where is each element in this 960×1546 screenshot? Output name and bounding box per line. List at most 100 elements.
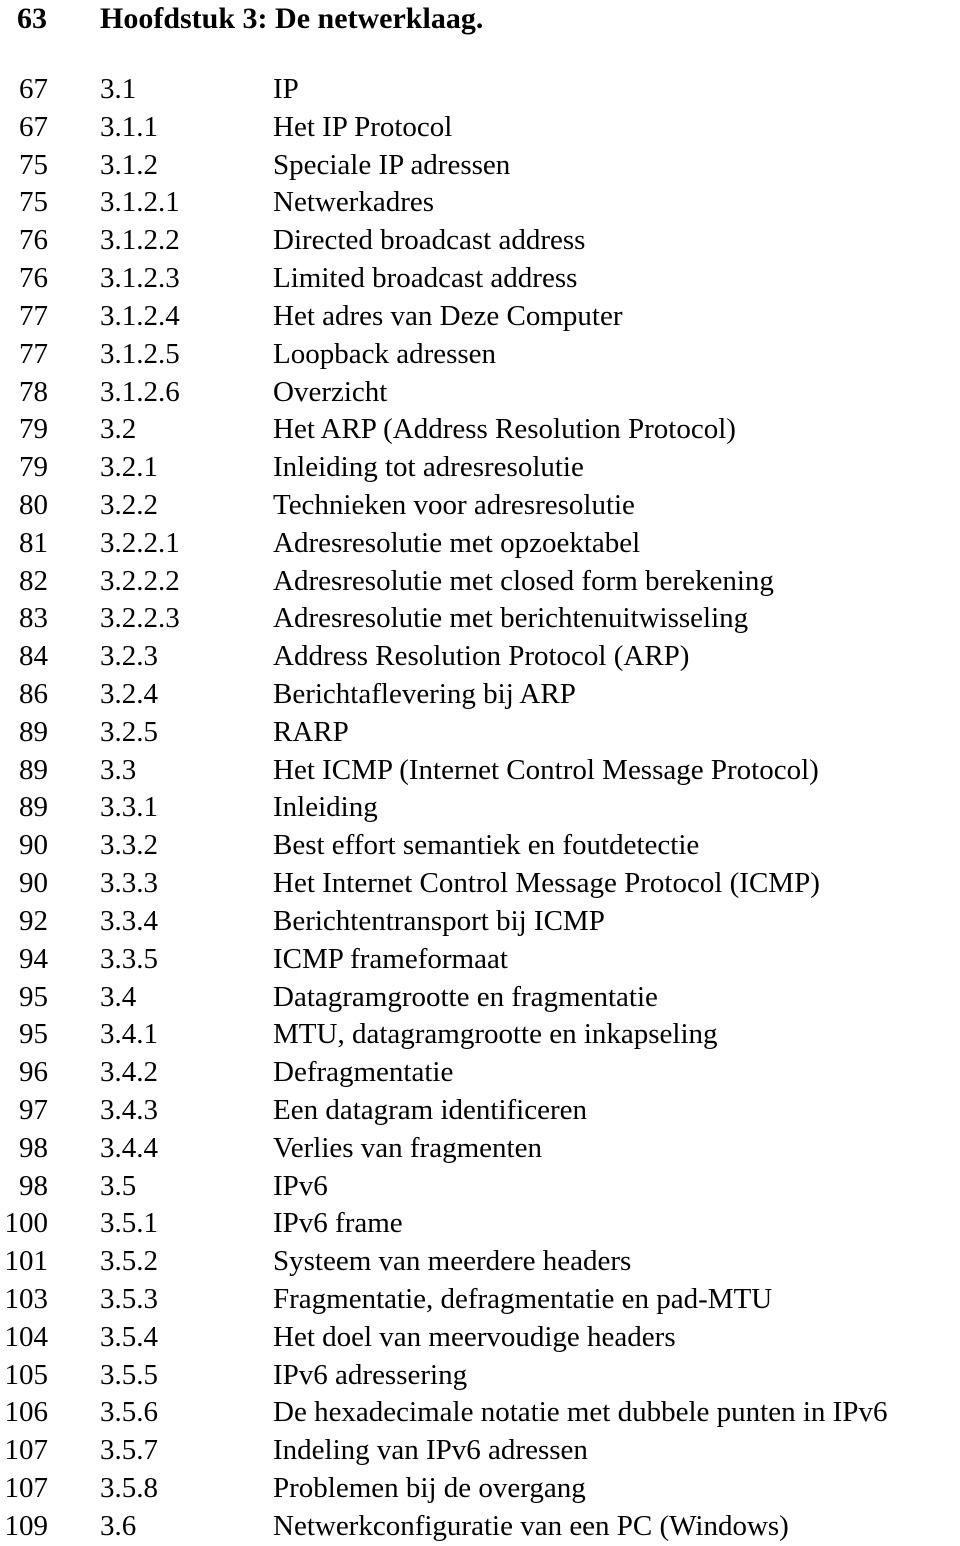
toc-entry: 109 3.6 Netwerkconfiguratie van een PC (Wi… bbox=[0, 1508, 960, 1546]
toc-entry-title: Technieken voor adresresolutie bbox=[273, 488, 635, 521]
toc-entry: 104 3.5.4 Het doel van meervoudige headers bbox=[0, 1319, 960, 1357]
toc-entry: 95 3.4 Datagramgrootte en fragmentatie bbox=[0, 979, 960, 1017]
toc-entry: 107 3.5.7 Indeling van IPv6 adressen bbox=[0, 1432, 960, 1470]
toc-entry-title: Best effort semantiek en foutdetectie bbox=[273, 829, 700, 862]
toc-entry-title: Inleiding bbox=[273, 791, 378, 824]
toc-entry-section-number: 3.5.7 bbox=[100, 1434, 158, 1467]
toc-entry: 96 3.4.2 Defragmentatie bbox=[0, 1054, 960, 1092]
toc-entry: 98 3.4.4 Verlies van fragmenten bbox=[0, 1130, 960, 1168]
chapter-page-number: 63 bbox=[17, 2, 47, 35]
chapter-heading: 63 Hoofdstuk 3: De netwerklaag. bbox=[0, 0, 960, 40]
toc-entry-section-number: 3.5.4 bbox=[100, 1320, 158, 1353]
toc-entry-page-number: 90 bbox=[19, 829, 48, 862]
toc-entry-page-number: 98 bbox=[19, 1169, 48, 1202]
toc-entry-section-number: 3.3.4 bbox=[100, 904, 158, 937]
toc-entry: 86 3.2.4 Berichtaflevering bij ARP bbox=[0, 676, 960, 714]
toc-entry-title: Adresresolutie met closed form berekenin… bbox=[273, 564, 774, 597]
toc-entry: 82 3.2.2.2 Adresresolutie met closed form … bbox=[0, 563, 960, 601]
toc-entry-page-number: 90 bbox=[19, 867, 48, 900]
toc-entry-title: Limited broadcast address bbox=[273, 262, 578, 295]
toc-entry-title: Indeling van IPv6 adressen bbox=[273, 1434, 588, 1467]
toc-entry-section-number: 3.1.2.5 bbox=[100, 337, 180, 370]
chapter-title: Hoofdstuk 3: De netwerklaag. bbox=[100, 2, 484, 35]
toc-entry-section-number: 3.5.5 bbox=[100, 1358, 158, 1391]
toc-entry-page-number: 89 bbox=[19, 753, 48, 786]
toc-entry-title: MTU, datagramgrootte en inkapseling bbox=[273, 1018, 718, 1051]
toc-entry: 100 3.5.1 IPv6 frame bbox=[0, 1205, 960, 1243]
toc-entry: 79 3.2 Het ARP (Address Resolution Protoco… bbox=[0, 411, 960, 449]
toc-entry-page-number: 100 bbox=[4, 1207, 49, 1240]
toc-entry: 92 3.3.4 Berichtentransport bij ICMP bbox=[0, 903, 960, 941]
toc-entry-page-number: 81 bbox=[19, 526, 48, 559]
toc-entry: 89 3.2.5 RARP bbox=[0, 714, 960, 752]
toc-entry-page-number: 107 bbox=[4, 1472, 49, 1505]
toc-entry-title: Het ARP (Address Resolution Protocol) bbox=[273, 413, 736, 446]
toc-entry-page-number: 75 bbox=[19, 148, 48, 181]
toc-entry-section-number: 3.2.2.3 bbox=[100, 602, 180, 635]
toc-entry-page-number: 104 bbox=[4, 1320, 49, 1353]
toc-entry-title: Berichtaflevering bij ARP bbox=[273, 678, 576, 710]
toc-entry-title: Het Internet Control Message Protocol (I… bbox=[273, 867, 820, 900]
toc-entry-page-number: 82 bbox=[19, 564, 48, 597]
toc-entry-section-number: 3.1.2.4 bbox=[100, 299, 180, 332]
toc-entry: 77 3.1.2.4 Het adres van Deze Computer bbox=[0, 298, 960, 336]
toc-entry-title: Netwerkadres bbox=[273, 186, 435, 219]
toc-entry-page-number: 101 bbox=[4, 1245, 49, 1278]
toc-entry-title: Het ICMP (Internet Control Message Proto… bbox=[273, 753, 819, 786]
toc-entry-page-number: 79 bbox=[19, 413, 48, 446]
toc-entry: 67 3.1.1 Het IP Protocol bbox=[0, 109, 960, 147]
toc-entry: 76 3.1.2.3 Limited broadcast address bbox=[0, 260, 960, 298]
toc-entry-title: IPv6 bbox=[273, 1169, 328, 1202]
toc-entry: 103 3.5.3 Fragmentatie, defragmentatie en … bbox=[0, 1281, 960, 1319]
toc-entry-section-number: 3.2.2 bbox=[100, 488, 158, 521]
toc-entry-page-number: 80 bbox=[19, 488, 48, 521]
toc-entry: 106 3.5.6 De hexadecimale notatie met dubb… bbox=[0, 1394, 960, 1432]
toc-entry-page-number: 103 bbox=[4, 1283, 49, 1315]
toc-entry: 97 3.4.3 Een datagram identificeren bbox=[0, 1092, 960, 1130]
toc-entry-section-number: 3.2 bbox=[100, 413, 137, 446]
toc-entry-page-number: 79 bbox=[19, 451, 48, 484]
toc-entry-title: Het IP Protocol bbox=[273, 110, 453, 143]
toc-entry-section-number: 3.1 bbox=[100, 73, 137, 105]
toc-entry-title: Inleiding tot adresresolutie bbox=[273, 451, 584, 484]
table-of-contents: 67 3.1 IP 67 3.1.1 Het IP Protocol 75 3.1.2 Spec… bbox=[0, 71, 960, 1546]
toc-entry-title: Een datagram identificeren bbox=[273, 1093, 588, 1126]
toc-entry: 105 3.5.5 IPv6 adressering bbox=[0, 1357, 960, 1395]
toc-entry-section-number: 3.4 bbox=[100, 980, 137, 1013]
toc-entry: 84 3.2.3 Address Resolution Protocol (ARP) bbox=[0, 638, 960, 676]
toc-entry-section-number: 3.6 bbox=[100, 1509, 137, 1542]
toc-entry-page-number: 107 bbox=[4, 1434, 49, 1467]
toc-entry-page-number: 78 bbox=[19, 375, 48, 408]
toc-entry-title: Adresresolutie met berichtenuitwisseling bbox=[273, 602, 749, 635]
toc-entry-page-number: 92 bbox=[19, 904, 48, 937]
toc-entry-section-number: 3.2.5 bbox=[100, 715, 158, 748]
toc-entry-title: Het adres van Deze Computer bbox=[273, 299, 623, 332]
toc-entry-page-number: 77 bbox=[19, 299, 48, 332]
toc-entry-page-number: 106 bbox=[4, 1396, 49, 1429]
toc-entry-title: Speciale IP adressen bbox=[273, 148, 511, 181]
toc-entry-page-number: 83 bbox=[19, 602, 48, 635]
toc-entry-section-number: 3.3 bbox=[100, 753, 137, 786]
toc-entry-page-number: 76 bbox=[19, 224, 48, 257]
toc-entry-title: Address Resolution Protocol (ARP) bbox=[273, 640, 690, 673]
toc-entry-page-number: 77 bbox=[19, 337, 48, 370]
toc-entry: 76 3.1.2.2 Directed broadcast address bbox=[0, 222, 960, 260]
toc-entry-page-number: 105 bbox=[4, 1358, 49, 1391]
toc-entry: 77 3.1.2.5 Loopback adressen bbox=[0, 336, 960, 374]
toc-entry-section-number: 3.5.8 bbox=[100, 1472, 158, 1505]
toc-entry: 81 3.2.2.1 Adresresolutie met opzoektabel bbox=[0, 525, 960, 563]
toc-entry-title: Problemen bij de overgang bbox=[273, 1472, 586, 1505]
toc-entry: 75 3.1.2.1 Netwerkadres bbox=[0, 184, 960, 222]
toc-entry-page-number: 109 bbox=[4, 1509, 49, 1542]
toc-entry-section-number: 3.1.2.3 bbox=[100, 262, 180, 295]
toc-entry-title: RARP bbox=[273, 715, 349, 748]
toc-entry-title: De hexadecimale notatie met dubbele punt… bbox=[273, 1396, 888, 1429]
toc-entry-title: Netwerkconfiguratie van een PC (Windows) bbox=[273, 1509, 789, 1542]
toc-entry-title: Verlies van fragmenten bbox=[273, 1131, 542, 1164]
toc-entry-page-number: 89 bbox=[19, 791, 48, 824]
toc-entry: 79 3.2.1 Inleiding tot adresresolutie bbox=[0, 449, 960, 487]
toc-entry-title: Defragmentatie bbox=[273, 1056, 454, 1089]
toc-entry-page-number: 89 bbox=[19, 715, 48, 748]
toc-entry-section-number: 3.5.6 bbox=[100, 1396, 158, 1429]
toc-entry-section-number: 3.5.1 bbox=[100, 1207, 158, 1240]
